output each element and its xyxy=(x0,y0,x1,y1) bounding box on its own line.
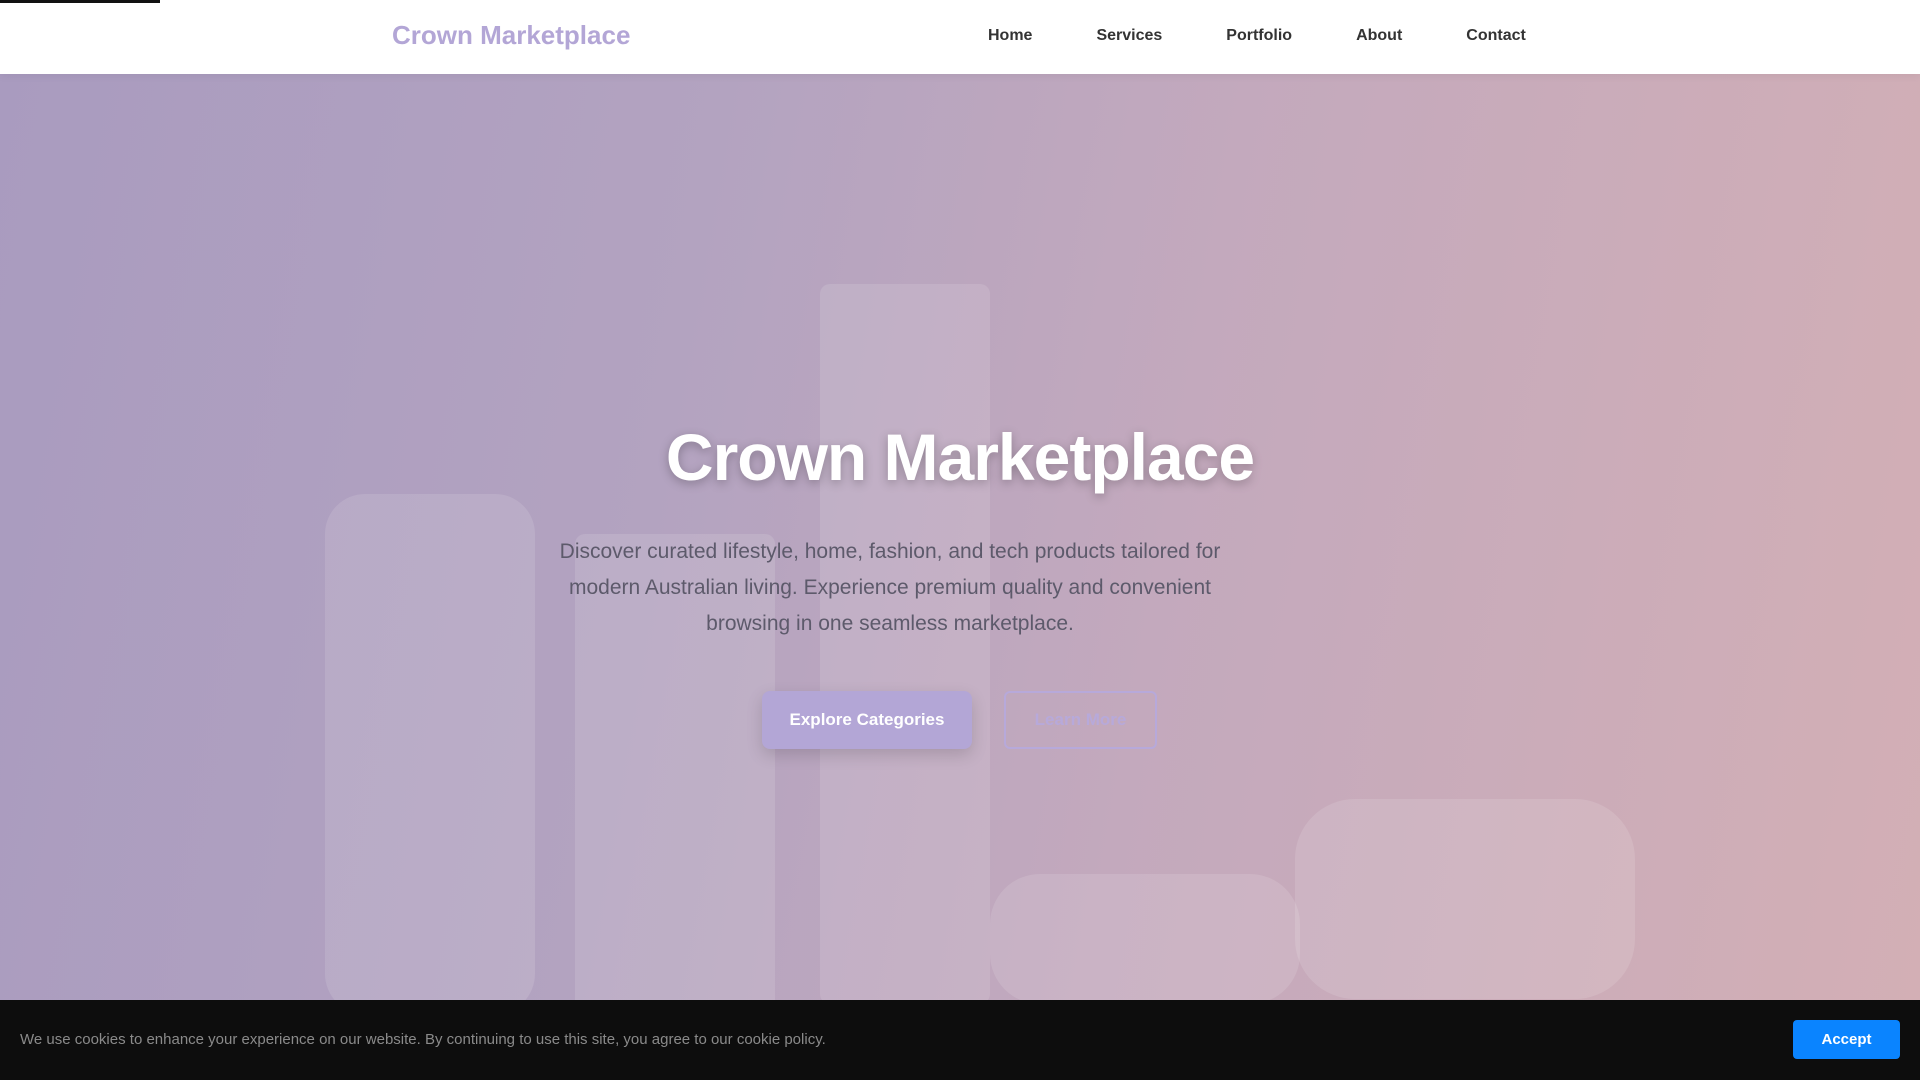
nav-services[interactable]: Services xyxy=(1096,27,1162,45)
nav-home[interactable]: Home xyxy=(988,27,1032,45)
explore-categories-button[interactable]: Explore Categories xyxy=(762,691,972,749)
bg-jar-shape xyxy=(990,874,1300,1000)
main-nav: Home Services Portfolio About Contact xyxy=(988,27,1590,45)
bg-bottle-shape xyxy=(325,494,535,1000)
hero-description: Discover curated lifestyle, home, fashio… xyxy=(559,540,1221,635)
site-header: Crown Marketplace Home Services Portfoli… xyxy=(0,0,1920,74)
cookie-banner: We use cookies to enhance your experienc… xyxy=(0,1000,1920,1080)
nav-about[interactable]: About xyxy=(1356,27,1402,45)
scroll-progress-bar xyxy=(0,0,160,3)
logo[interactable]: Crown Marketplace xyxy=(392,20,630,51)
learn-more-button[interactable]: Learn More xyxy=(1004,691,1157,749)
bg-bottle-shape xyxy=(820,284,990,1000)
nav-contact[interactable]: Contact xyxy=(1466,27,1526,45)
hero-title: Crown Marketplace xyxy=(665,420,1255,494)
bg-jar-shape xyxy=(1295,799,1635,999)
nav-portfolio[interactable]: Portfolio xyxy=(1226,27,1292,45)
accept-cookies-button[interactable]: Accept xyxy=(1793,1020,1900,1059)
cookie-text: We use cookies to enhance your experienc… xyxy=(20,1031,826,1048)
hero-section: Crown Marketplace Discover curated lifes… xyxy=(0,74,1920,1000)
